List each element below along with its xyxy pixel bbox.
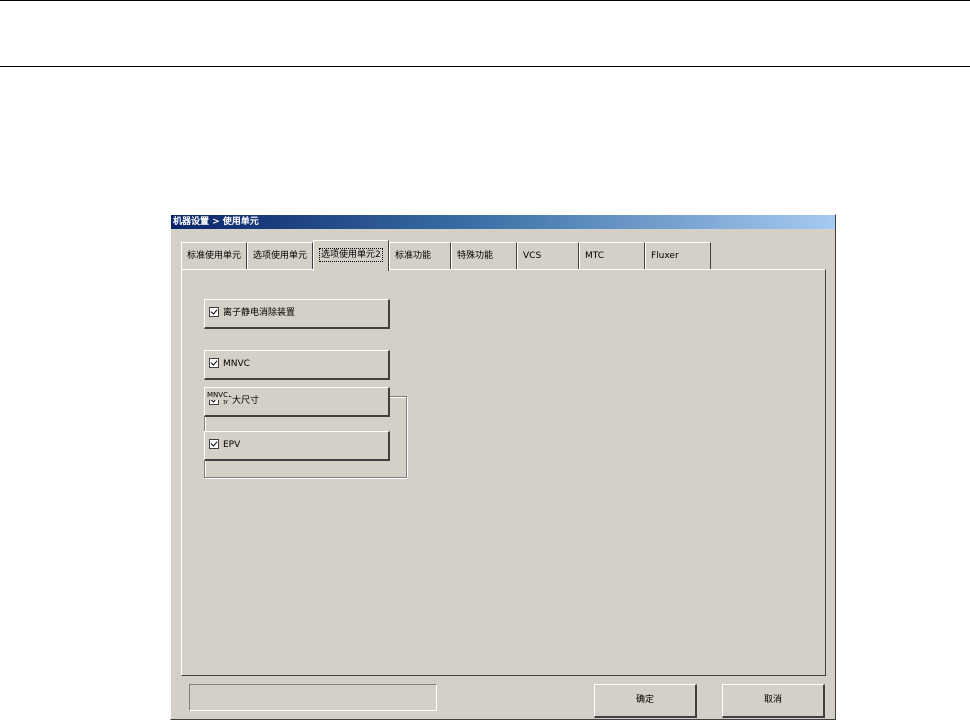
ionizer-label: 离子静电消除装置 bbox=[223, 308, 296, 318]
checkbox-checked-icon bbox=[209, 357, 219, 368]
window-title: 机器设置 > 使用单元 bbox=[171, 215, 835, 229]
mnvc-label: MNVC bbox=[223, 359, 250, 369]
tab-standard-units[interactable]: 标准使用单元 bbox=[181, 242, 247, 269]
tab-mtc[interactable]: MTC bbox=[579, 242, 645, 269]
top-divider bbox=[0, 0, 970, 1]
mnvc-group-label: MNVC bbox=[206, 391, 229, 400]
tab-special-functions[interactable]: 特殊功能 bbox=[451, 242, 517, 269]
epv-label: EPV bbox=[223, 440, 241, 450]
epv-option[interactable]: EPV bbox=[204, 431, 390, 461]
tab-vcs[interactable]: VCS bbox=[517, 242, 579, 269]
tab-option-units[interactable]: 选项使用单元 bbox=[247, 242, 313, 269]
expand-size-option[interactable]: 扩大尺寸 bbox=[204, 387, 390, 417]
checkbox-checked-icon bbox=[209, 438, 219, 449]
status-field bbox=[189, 684, 437, 711]
tab-fluxer[interactable]: Fluxer bbox=[645, 242, 711, 269]
settings-window: 机器设置 > 使用单元 标准使用单元 选项使用单元 选项使用单元2 标准功能 特… bbox=[170, 214, 836, 720]
tab-panel: 离子静电消除装置 MNVC MNVC 扩大尺寸 EPV bbox=[181, 269, 826, 676]
ionizer-option[interactable]: 离子静电消除装置 bbox=[204, 299, 390, 329]
cancel-button[interactable]: 取消 bbox=[722, 684, 825, 718]
checkbox-checked-icon bbox=[209, 306, 219, 317]
tab-standard-functions[interactable]: 标准功能 bbox=[389, 242, 451, 269]
mnvc-option[interactable]: MNVC bbox=[204, 350, 390, 380]
ok-button[interactable]: 确定 bbox=[594, 684, 697, 718]
tab-option-units-2[interactable]: 选项使用单元2 bbox=[313, 240, 389, 271]
header-divider bbox=[0, 66, 970, 67]
